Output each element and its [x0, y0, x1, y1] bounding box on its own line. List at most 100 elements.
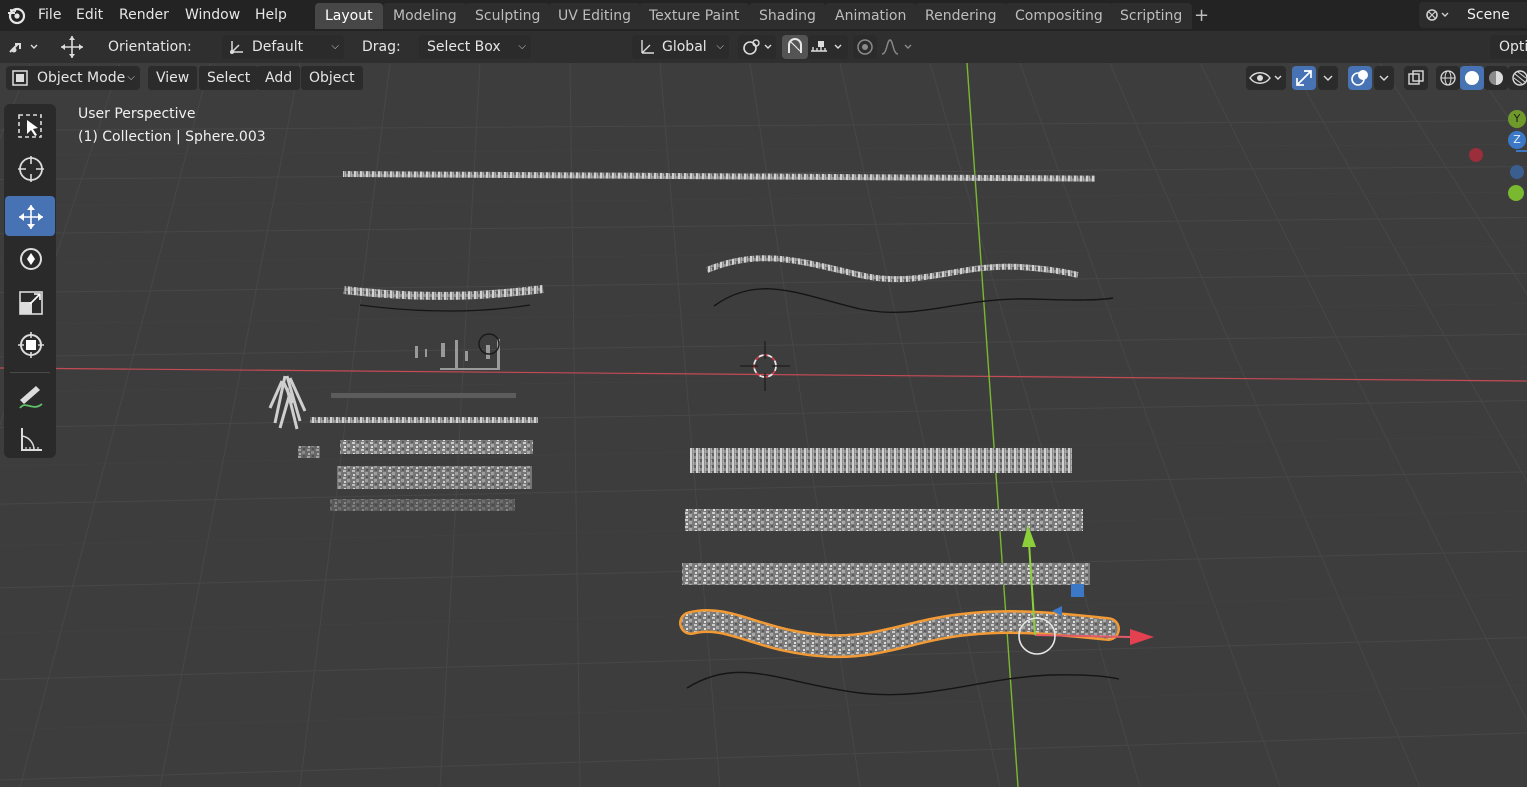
overlays-dropdown-icon[interactable]	[1374, 66, 1394, 90]
strand-long-top	[342, 171, 1095, 182]
mode-value: Object Mode	[37, 70, 126, 86]
drag-value: Select Box	[427, 39, 501, 55]
pivot-point-button[interactable]	[738, 35, 776, 59]
global-axes-icon	[638, 38, 656, 64]
viewport-scene[interactable]	[0, 63, 1527, 787]
select-box-tool[interactable]	[5, 106, 55, 146]
strand-left-stub	[298, 446, 320, 458]
move-tool-icon	[58, 34, 86, 64]
gizmo-y-axis-icon[interactable]: Y	[1508, 110, 1526, 128]
viewport-perspective-label: User Perspective	[78, 106, 196, 122]
drag-dropdown[interactable]: Select Box ⌵	[419, 35, 531, 59]
menu-edit[interactable]: Edit	[70, 4, 109, 26]
tab-rendering[interactable]: Rendering	[915, 3, 1007, 29]
wireframe-shading-icon[interactable]	[1436, 66, 1460, 90]
rendered-shading-icon[interactable]	[1508, 66, 1527, 90]
viewport-menu-object[interactable]: Object	[301, 66, 363, 90]
orientation-icon	[228, 38, 246, 64]
scene-selector[interactable]: Scene	[1419, 2, 1527, 28]
transform-tool[interactable]	[5, 324, 55, 364]
tab-shading[interactable]: Shading	[749, 3, 826, 29]
curve-left-1	[359, 304, 531, 312]
viewport-collection-label: (1) Collection | Sphere.003	[78, 129, 266, 145]
viewport-menu-select[interactable]: Select	[199, 66, 259, 90]
add-workspace-button[interactable]: +	[1187, 3, 1216, 29]
tab-animation[interactable]: Animation	[825, 3, 917, 29]
gizmo-dropdown-icon[interactable]	[1318, 66, 1338, 90]
falloff-curve-icon[interactable]	[878, 35, 918, 59]
chevron-down-icon: ⌵	[127, 72, 135, 83]
floor-grid	[0, 63, 1527, 787]
tab-sculpting[interactable]: Sculpting	[465, 3, 551, 29]
material-shading-icon[interactable]	[1484, 66, 1508, 90]
tab-compositing[interactable]: Compositing	[1005, 3, 1113, 29]
curve-wave-top	[713, 288, 1114, 314]
menu-render[interactable]: Render	[113, 4, 175, 26]
3d-cursor	[740, 341, 790, 391]
strand-right-1	[690, 448, 1072, 473]
tool-settings-bar: Orientation: Default ⌵ Drag: Select Box …	[0, 31, 1527, 63]
strand-wave-top	[705, 255, 1079, 283]
scene-name: Scene	[1467, 7, 1510, 23]
x-axis-line	[0, 367, 1527, 382]
menu-file[interactable]: File	[32, 4, 67, 26]
strand-left-1	[343, 285, 544, 300]
3d-viewport[interactable]: Y Z Object Mode ⌵ View Select Add Object	[0, 63, 1527, 787]
drag-label: Drag:	[362, 39, 401, 55]
options-button[interactable]: Opti	[1490, 35, 1527, 59]
feather-object	[268, 375, 307, 430]
tab-uv-editing[interactable]: UV Editing	[548, 3, 642, 29]
strand-left-3	[340, 440, 533, 454]
scale-tool[interactable]	[5, 282, 55, 322]
tab-modeling[interactable]: Modeling	[383, 3, 467, 29]
viewport-header: Object Mode ⌵ View Select Add Object	[0, 63, 1527, 93]
strand-left-dark	[331, 393, 516, 398]
strand-left-4	[337, 466, 532, 489]
gizmo-y-label: Y	[1513, 112, 1521, 125]
tool-divider	[10, 372, 50, 373]
strand-left-2	[310, 417, 538, 423]
visibility-toggle-icon[interactable]	[1246, 66, 1286, 90]
gizmo-toggle-icon[interactable]	[1292, 66, 1316, 90]
rotate-tool[interactable]	[5, 238, 55, 278]
measure-tool[interactable]	[5, 418, 55, 458]
viewport-menu-add[interactable]: Add	[257, 66, 301, 90]
top-bar: File Edit Render Window Help Layout Mode…	[0, 0, 1527, 31]
tab-texture-paint[interactable]: Texture Paint	[639, 3, 750, 29]
mode-dropdown[interactable]: Object Mode ⌵	[6, 66, 140, 90]
solid-shading-icon[interactable]	[1460, 66, 1484, 90]
snap-toggle-icon[interactable]	[782, 35, 808, 59]
xray-toggle-icon[interactable]	[1404, 66, 1428, 90]
chevron-down-icon: ⌵	[716, 41, 724, 52]
chevron-down-icon: ⌵	[331, 41, 339, 52]
snap-target-button[interactable]	[808, 35, 848, 59]
proportional-edit-icon[interactable]	[853, 35, 877, 59]
cursor-tool[interactable]	[5, 148, 55, 188]
transform-orientation-dropdown[interactable]: Global ⌵	[632, 35, 729, 59]
chevron-down-icon: ⌵	[518, 41, 526, 52]
gizmo-z-label: Z	[1513, 133, 1521, 146]
tool-column	[4, 104, 56, 458]
tab-scripting[interactable]: Scripting	[1110, 3, 1193, 29]
orientation-label: Orientation:	[108, 39, 192, 55]
overlays-toggle-icon[interactable]	[1348, 66, 1372, 90]
gizmo-z-axis-icon[interactable]: Z	[1508, 131, 1526, 149]
tab-layout[interactable]: Layout	[315, 3, 383, 29]
transform-orientation-value: Global	[662, 39, 707, 55]
move-tool[interactable]	[5, 196, 55, 236]
curve-bottom	[686, 671, 1120, 696]
orientation-value: Default	[252, 39, 304, 55]
navigation-gizmo	[1469, 148, 1527, 201]
strand-right-2	[685, 509, 1083, 531]
scene-icon	[1425, 6, 1451, 28]
annotate-tool[interactable]	[5, 376, 55, 416]
menu-window[interactable]: Window	[179, 4, 246, 26]
blender-logo-icon[interactable]	[6, 5, 26, 29]
orientation-dropdown[interactable]: Default ⌵	[222, 35, 344, 59]
object-mode-icon	[12, 70, 28, 94]
editor-type-button[interactable]	[6, 35, 42, 59]
strand-right-3	[682, 563, 1090, 585]
viewport-menu-view[interactable]: View	[148, 66, 198, 90]
menu-help[interactable]: Help	[249, 4, 293, 26]
strand-left-5	[330, 499, 515, 511]
